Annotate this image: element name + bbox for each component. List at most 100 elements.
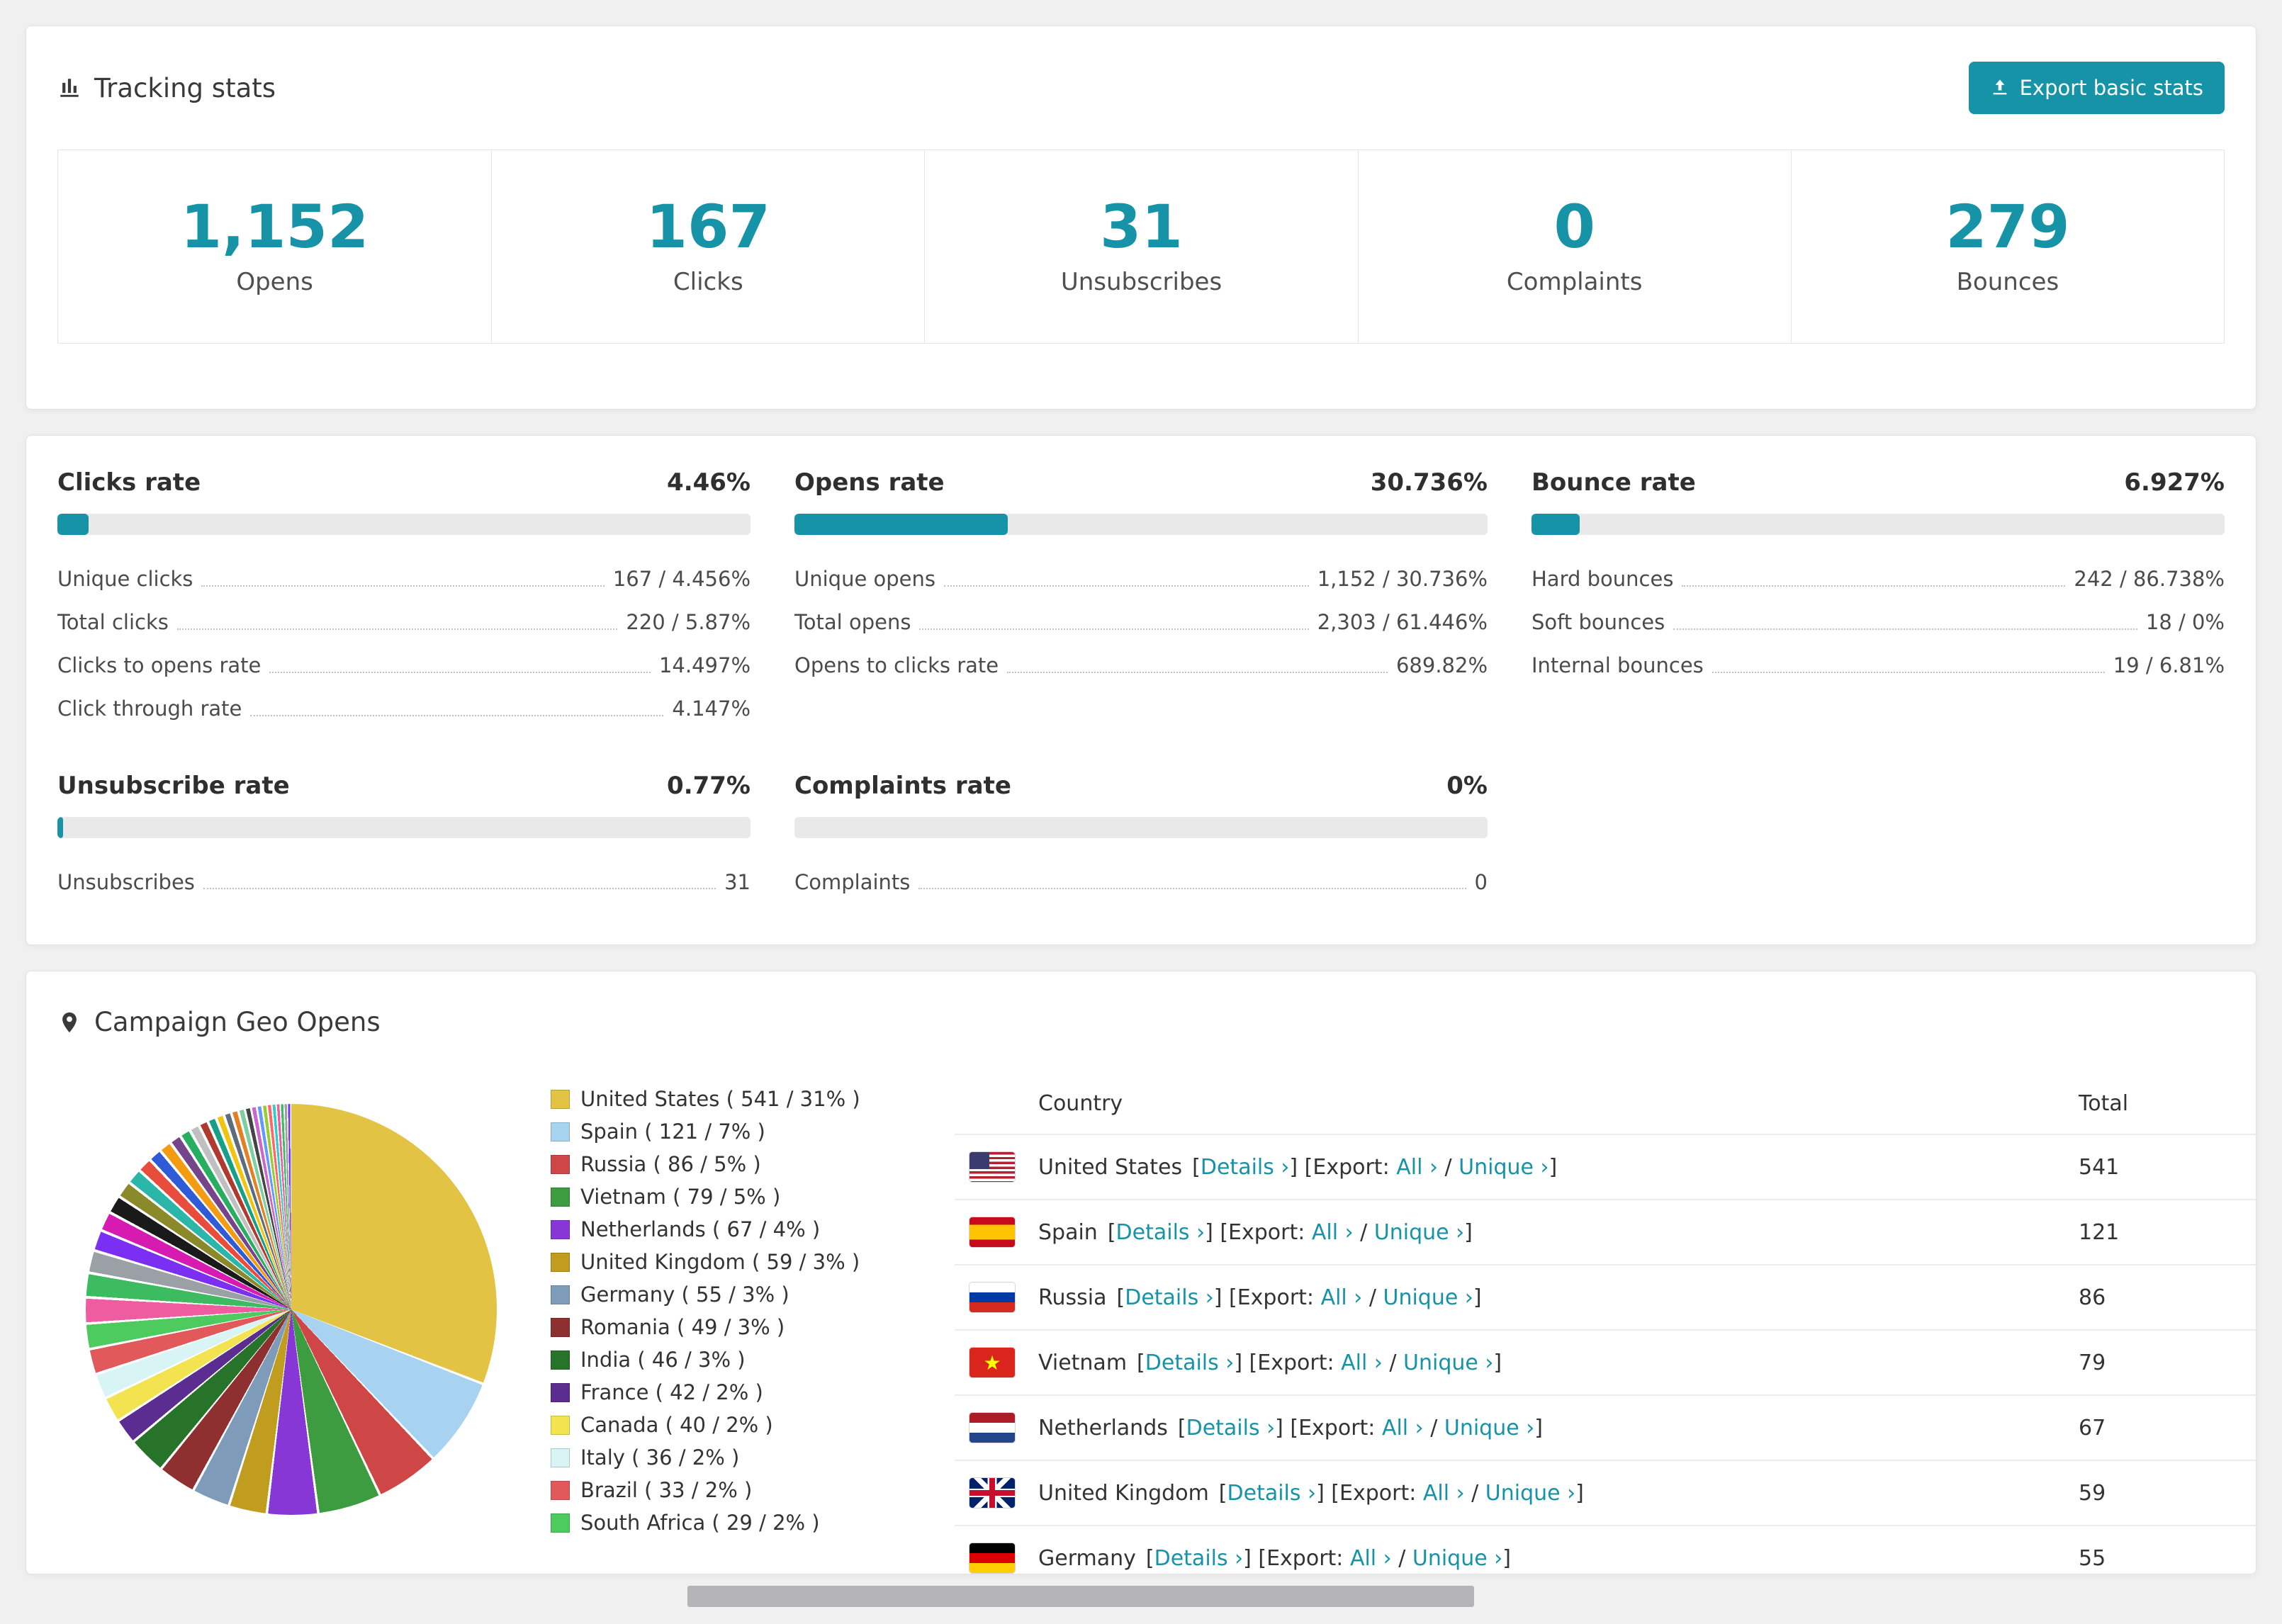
details-link[interactable]: Details › [1116, 1220, 1205, 1245]
metric-row: Complaints 0 [794, 861, 1488, 904]
geo-table: Country Total United States[Details ›] [… [955, 1073, 2256, 1574]
legend-swatch [551, 1154, 570, 1174]
country-name: United Kingdom [1038, 1480, 1209, 1506]
progress-bar [57, 816, 751, 838]
page: { "colors": { "accent": "#1693a7", "bar_… [0, 26, 2282, 1624]
export-unique-link[interactable]: Unique › [1403, 1350, 1493, 1375]
legend-item: Vietnam ( 79 / 5% ) [551, 1180, 948, 1213]
metric-label: Clicks to opens rate [57, 653, 262, 677]
metric-row: Unique opens 1,152 / 30.736% [794, 558, 1488, 601]
stat-label: Complaints [1506, 268, 1643, 297]
export-basic-stats-button[interactable]: Export basic stats [1968, 62, 2225, 114]
rate-value: 4.46% [667, 468, 751, 497]
stat-box-complaints: 0 Complaints [1357, 150, 1791, 344]
rate-block: Clicks rate 4.46% Unique clicks 167 / 4.456… [57, 468, 751, 730]
legend-item: Russia ( 86 / 5% ) [551, 1148, 948, 1180]
details-link[interactable]: Details › [1145, 1350, 1235, 1375]
export-all-link[interactable]: All › [1321, 1285, 1363, 1310]
tracking-stats-title: Tracking stats [94, 72, 276, 103]
metric-value: 2,303 / 61.446% [1317, 610, 1488, 635]
total-value: 79 [2079, 1350, 2106, 1375]
pie-legend: United States ( 541 / 31% ) Spain ( 121 /… [551, 1083, 948, 1539]
metric-row: Hard bounces 242 / 86.738% [1531, 558, 2225, 601]
total-value: 541 [2079, 1154, 2120, 1180]
export-unique-link[interactable]: Unique › [1458, 1155, 1548, 1180]
rate-block: Unsubscribe rate 0.77% Unsubscribes 31 [57, 772, 751, 904]
stat-label: Unsubscribes [1060, 268, 1222, 297]
legend-swatch [551, 1480, 570, 1500]
stat-value: 1,152 [180, 192, 369, 261]
export-all-link[interactable]: All › [1396, 1155, 1438, 1180]
metric-value: 167 / 4.456% [612, 567, 751, 592]
legend-label: Vietnam ( 79 / 5% ) [580, 1185, 781, 1209]
legend-label: Russia ( 86 / 5% ) [580, 1152, 761, 1177]
export-all-link[interactable]: All › [1382, 1416, 1424, 1440]
progress-bar [794, 816, 1488, 838]
rate-block: Bounce rate 6.927% Hard bounces 242 / 86.73… [1531, 468, 2225, 730]
map-pin-icon [57, 1010, 82, 1034]
metric-value: 0 [1474, 869, 1488, 894]
legend-swatch [551, 1317, 570, 1337]
legend-item: India ( 46 / 3% ) [551, 1343, 948, 1376]
country-name: Spain [1038, 1219, 1098, 1245]
details-link[interactable]: Details › [1201, 1155, 1290, 1180]
legend-label: Germany ( 55 / 3% ) [580, 1282, 789, 1307]
details-link[interactable]: Details › [1154, 1546, 1244, 1571]
nl-flag-icon [969, 1412, 1016, 1444]
metric-row: Clicks to opens rate 14.497% [57, 644, 751, 687]
metric-value: 14.497% [658, 653, 751, 677]
legend-label: United States ( 541 / 31% ) [580, 1087, 860, 1112]
metric-row: Soft bounces 18 / 0% [1531, 601, 2225, 644]
legend-label: Italy ( 36 / 2% ) [580, 1445, 740, 1470]
rate-title: Unsubscribe rate [57, 771, 290, 800]
total-value: 121 [2079, 1219, 2120, 1245]
dotted-leader [269, 671, 651, 673]
export-unique-link[interactable]: Unique › [1444, 1416, 1534, 1440]
progress-bar [57, 514, 751, 536]
total-value: 55 [2079, 1545, 2106, 1571]
metric-label: Hard bounces [1531, 567, 1674, 592]
legend-swatch [551, 1513, 570, 1533]
country-column-header: Country [1038, 1090, 1123, 1116]
metric-label: Unique clicks [57, 567, 193, 592]
export-unique-link[interactable]: Unique › [1412, 1546, 1502, 1571]
horizontal-scrollbar-thumb[interactable] [687, 1586, 1474, 1607]
details-link[interactable]: Details › [1125, 1285, 1214, 1310]
rate-value: 0.77% [667, 771, 751, 800]
metric-value: 220 / 5.87% [626, 610, 751, 635]
metric-row: Total clicks 220 / 5.87% [57, 601, 751, 644]
legend-swatch [551, 1350, 570, 1370]
metric-label: Complaints [794, 869, 911, 894]
legend-item: United States ( 541 / 31% ) [551, 1083, 948, 1115]
export-all-link[interactable]: All › [1312, 1220, 1354, 1245]
legend-item: Brazil ( 33 / 2% ) [551, 1474, 948, 1506]
rate-head: Bounce rate 6.927% [1531, 468, 2225, 497]
metric-value: 4.147% [672, 696, 751, 721]
export-all-link[interactable]: All › [1341, 1350, 1383, 1375]
export-unique-link[interactable]: Unique › [1374, 1220, 1464, 1245]
dotted-leader [176, 628, 618, 630]
metric-row: Unsubscribes 31 [57, 861, 751, 904]
rate-head: Complaints rate 0% [794, 772, 1488, 800]
export-all-link[interactable]: All › [1423, 1481, 1465, 1506]
progress-bar [794, 514, 1488, 536]
details-link[interactable]: Details › [1186, 1416, 1276, 1440]
metric-row: Internal bounces 19 / 6.81% [1531, 644, 2225, 687]
export-unique-link[interactable]: Unique › [1485, 1481, 1575, 1506]
export-unique-link[interactable]: Unique › [1383, 1285, 1473, 1310]
metric-row: Total opens 2,303 / 61.446% [794, 601, 1488, 644]
dotted-leader [203, 888, 716, 890]
legend-item: South Africa ( 29 / 2% ) [551, 1506, 948, 1539]
metric-label: Internal bounces [1531, 653, 1704, 677]
rate-head: Opens rate 30.736% [794, 468, 1488, 497]
country-cell: Germany[Details ›] [Export: All › / Uniq… [969, 1543, 2079, 1574]
export-all-link[interactable]: All › [1350, 1546, 1392, 1571]
legend-swatch [551, 1219, 570, 1239]
metric-label: Opens to clicks rate [794, 653, 999, 677]
legend-label: South Africa ( 29 / 2% ) [580, 1511, 820, 1535]
legend-label: Romania ( 49 / 3% ) [580, 1315, 785, 1340]
geo-body: United States ( 541 / 31% ) Spain ( 121 /… [26, 1073, 2256, 1574]
details-link[interactable]: Details › [1227, 1481, 1317, 1506]
dotted-leader [1007, 671, 1388, 673]
rate-title: Complaints rate [794, 771, 1011, 800]
